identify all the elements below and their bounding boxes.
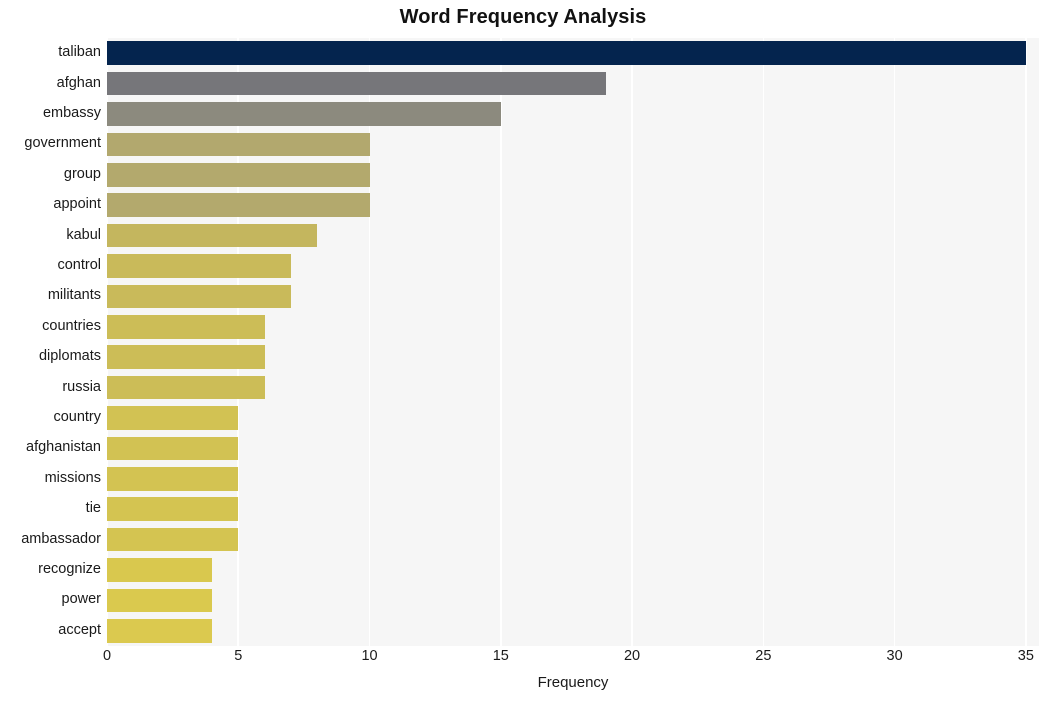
y-tick-label-accept: accept (58, 621, 101, 638)
y-tick-label-power: power (61, 591, 102, 608)
bar-row (107, 618, 1039, 643)
bar-row (107, 558, 1039, 582)
bar-row (107, 284, 1039, 309)
bar-row (107, 102, 1039, 126)
x-tick-label-25: 25 (755, 648, 772, 664)
y-tick-label-tie: tie (85, 500, 101, 517)
bars-container (107, 38, 1039, 646)
bar-row (107, 41, 1039, 66)
y-tick-label-country: country (53, 409, 101, 425)
bar-row (107, 588, 1039, 613)
bar-row (107, 71, 1039, 96)
bar-row (107, 406, 1039, 430)
y-tick-label-group: group (63, 165, 101, 182)
y-axis-tick-labels: taliban afghan embassy government group appoi… (0, 38, 101, 646)
bar-row (107, 193, 1039, 218)
x-tick-label-0: 0 (102, 648, 112, 664)
y-tick-label-recognize: recognize (38, 561, 101, 577)
y-tick-label-afghanistan: afghanistan (26, 439, 101, 456)
y-tick-label-ambassador: ambassador (21, 530, 101, 547)
bar-missions[interactable] (107, 466, 239, 491)
bar-militants[interactable] (107, 284, 291, 309)
bar-countries[interactable] (107, 314, 265, 339)
bar-row (107, 375, 1039, 400)
bar-row (107, 345, 1039, 370)
y-tick-label-control: control (57, 257, 101, 273)
x-tick-label-5: 5 (234, 648, 243, 664)
y-tick-label-taliban: taliban (58, 44, 101, 61)
bar-accept[interactable] (107, 618, 212, 643)
bar-ambassador[interactable] (107, 527, 239, 552)
bar-taliban[interactable] (107, 41, 1026, 66)
bar-row (107, 314, 1039, 339)
bar-afghanistan[interactable] (107, 436, 239, 461)
bar-afghan[interactable] (107, 71, 606, 96)
y-tick-label-government: government (24, 135, 101, 152)
chart-title: Word Frequency Analysis (399, 6, 647, 28)
y-tick-label-countries: countries (42, 317, 101, 334)
bar-government[interactable] (107, 132, 370, 157)
y-tick-label-militants: militants (47, 287, 101, 304)
y-tick-label-kabul: kabul (66, 226, 101, 243)
bar-control[interactable] (107, 254, 291, 278)
bar-appoint[interactable] (107, 193, 370, 218)
bar-tie[interactable] (107, 497, 239, 522)
bar-russia[interactable] (107, 375, 265, 400)
x-tick-label-35: 35 (1017, 648, 1034, 664)
bar-embassy[interactable] (107, 102, 501, 126)
plot-area (106, 38, 1039, 646)
bar-row (107, 436, 1039, 461)
y-tick-label-russia: russia (62, 378, 101, 395)
bar-row (107, 223, 1039, 248)
x-axis-title: Frequency (537, 674, 609, 691)
bar-row (107, 466, 1039, 491)
bar-power[interactable] (107, 588, 212, 613)
bar-row (107, 497, 1039, 522)
x-axis-tick-labels: 0 5 10 15 20 25 30 35 (0, 648, 1046, 672)
y-tick-label-missions: missions (44, 469, 101, 486)
bar-row (107, 254, 1039, 278)
bar-row (107, 527, 1039, 552)
x-tick-label-30: 30 (886, 648, 903, 664)
bar-kabul[interactable] (107, 223, 318, 248)
bar-recognize[interactable] (107, 558, 212, 582)
bar-diplomats[interactable] (107, 345, 265, 370)
word-frequency-chart: Word Frequency Analysis taliban afghan emb… (0, 0, 1046, 701)
x-tick-label-20: 20 (623, 648, 641, 664)
bar-country[interactable] (107, 406, 239, 430)
x-tick-label-10: 10 (361, 648, 378, 664)
y-tick-label-embassy: embassy (42, 105, 101, 121)
bar-row (107, 162, 1039, 187)
bar-group[interactable] (107, 162, 370, 187)
bar-row (107, 132, 1039, 157)
y-tick-label-appoint: appoint (53, 196, 101, 213)
x-tick-label-15: 15 (492, 648, 509, 664)
y-tick-label-diplomats: diplomats (38, 348, 101, 365)
y-tick-label-afghan: afghan (56, 74, 101, 91)
